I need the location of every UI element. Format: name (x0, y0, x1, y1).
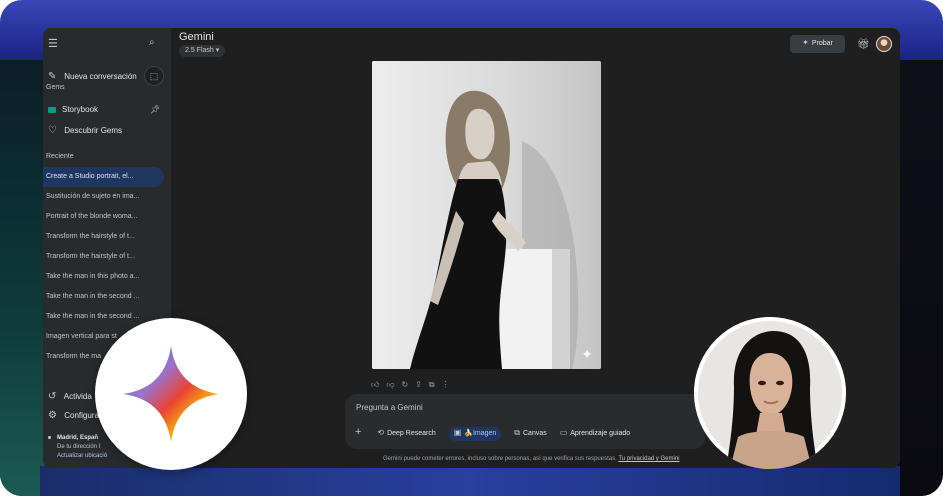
temporary-chat-button[interactable]: ⬚ (144, 66, 164, 86)
sidebar-item-settings[interactable]: ⚙ Configura (48, 411, 99, 421)
presenter-portrait (694, 317, 846, 469)
try-button[interactable]: ✦ Probar (790, 35, 845, 53)
sidebar-item-storybook[interactable]: Storybook (48, 105, 98, 114)
presenter-webcam (694, 317, 846, 469)
banana-emoji: 🍌 (464, 430, 473, 437)
recent-item[interactable]: Take the man in this photo a... (43, 267, 164, 287)
storybook-icon (48, 106, 56, 113)
recent-item[interactable]: Transform the hairstyle of t... (43, 227, 164, 247)
location-city: Madrid, Españ (57, 435, 99, 441)
prompt-input-box[interactable]: Pregunta a Gemini + ⟲ Deep Research ▣ 🍌Ima… (345, 394, 705, 449)
gear-icon: ⚙ (48, 410, 57, 421)
history-icon: ↺ (48, 391, 57, 402)
presentation-frame: ☰ ⌕ ✎ Nueva conversación ⬚ Gems Storyboo… (0, 0, 943, 496)
recent-item[interactable]: Transform the hairstyle of t... (43, 247, 164, 267)
explore-gems-label: Descubrir Gems (64, 126, 123, 135)
input-toolbar: + ⟲ Deep Research ▣ 🍌Imagen ⧉ Canvas ▭ Apren… (355, 427, 641, 441)
location-dot-icon (48, 435, 51, 439)
menu-icon[interactable]: ☰ (48, 37, 58, 50)
book-icon: ▭ (559, 428, 568, 437)
generated-image[interactable]: ✦ (372, 61, 601, 369)
sparkle-icon: ✦ (802, 38, 809, 47)
chevron-down-icon: ▾ (215, 47, 220, 54)
image-icon: ▣ (453, 428, 462, 437)
regenerate-icon[interactable]: ↻ (402, 380, 416, 389)
research-icon: ⟲ (377, 428, 385, 437)
copy-icon[interactable]: ⧉ (429, 380, 442, 389)
model-selector[interactable]: 2.5 Flash ▾ (179, 45, 226, 57)
disclaimer: Gemini puede cometer errores, incluso so… (383, 456, 679, 462)
thumbs-down-icon[interactable]: 👎︎ (386, 380, 401, 389)
new-chat-label: Nueva conversación (64, 72, 137, 81)
temporary-chat-icon: ⬚ (149, 71, 159, 81)
canvas-label: Canvas (523, 430, 547, 437)
activity-label: Activida (63, 392, 92, 401)
canvas-button[interactable]: ⧉ Canvas (514, 427, 546, 441)
gems-section-title: Gems (46, 84, 65, 91)
guided-learning-label: Aprendizaje guiado (570, 430, 631, 437)
guided-learning-button[interactable]: ▭ Aprendizaje guiado (560, 427, 631, 441)
prompt-placeholder: Pregunta a Gemini (356, 403, 423, 412)
pin-icon[interactable]: 📌︎ (150, 105, 160, 114)
user-avatar[interactable] (876, 36, 892, 52)
settings-label: Configura (64, 411, 99, 420)
background-glow-bottom (40, 466, 900, 496)
gemini-logo-badge (95, 318, 247, 470)
recent-item[interactable]: Portrait of the blonde woma... (43, 207, 164, 227)
recent-section-title: Reciente (46, 153, 74, 160)
recent-item[interactable]: Take the man in the second ... (43, 287, 164, 307)
privacy-link[interactable]: Tu privacidad y Gemini (618, 456, 679, 462)
canvas-icon: ⧉ (514, 428, 520, 437)
sidebar-item-activity[interactable]: ↺ Activida (48, 392, 92, 402)
plus-icon: + (355, 426, 362, 438)
model-label: 2.5 Flash (185, 47, 214, 54)
heart-icon: ♡ (48, 125, 57, 136)
try-label: Probar (811, 40, 833, 47)
response-actions: 👍︎👎︎↻⇪⧉⋮ (371, 380, 457, 390)
storybook-label: Storybook (62, 105, 99, 114)
app-title: Gemini (179, 31, 214, 43)
recent-item[interactable]: Sustitución de sujeto en ima... (43, 187, 164, 207)
recent-item[interactable]: Create a Studio portrait, el... (43, 167, 164, 187)
disclaimer-text: Gemini puede cometer errores, incluso so… (383, 456, 617, 462)
edit-icon: ✎ (48, 71, 57, 82)
new-chat-button[interactable]: ✎ Nueva conversación (48, 72, 137, 82)
portrait-illustration (372, 61, 601, 369)
search-icon[interactable]: ⌕ (149, 37, 155, 48)
deep-research-label: Deep Research (387, 430, 436, 437)
gift-icon[interactable]: 🎁︎ (857, 39, 870, 50)
image-tool-label: Imagen (472, 430, 497, 437)
location-source: De tu dirección I (57, 444, 101, 450)
deep-research-button[interactable]: ⟲ Deep Research (377, 427, 435, 441)
more-icon[interactable]: ⋮ (442, 380, 457, 389)
add-button[interactable]: + (355, 427, 364, 441)
gemini-watermark-icon: ✦ (581, 346, 593, 362)
sidebar-item-explore-gems[interactable]: ♡ Descubrir Gems (48, 126, 122, 136)
share-icon[interactable]: ⇪ (415, 380, 429, 389)
image-tool-button[interactable]: ▣ 🍌Imagen (448, 427, 502, 441)
gemini-star-icon (123, 346, 219, 442)
thumbs-up-icon[interactable]: 👍︎ (371, 380, 386, 389)
